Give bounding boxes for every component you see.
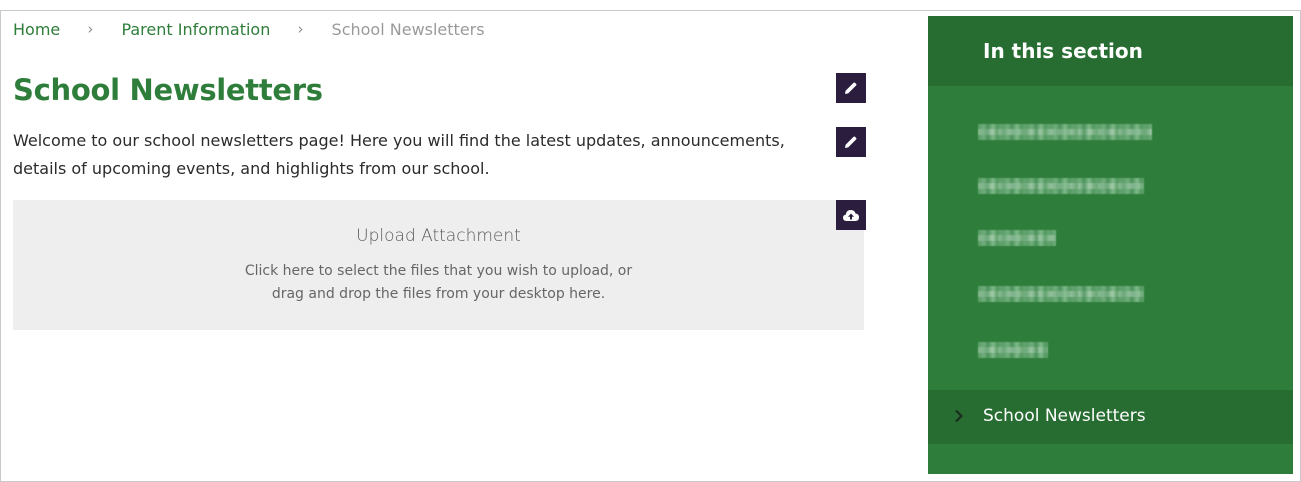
- section-sidebar: In this section School Newsletters: [928, 16, 1293, 474]
- chevron-right-icon: [955, 409, 963, 423]
- pencil-icon: [845, 82, 857, 94]
- breadcrumb-current: School Newsletters: [331, 20, 485, 39]
- breadcrumb-separator: ›: [87, 20, 94, 38]
- breadcrumb-separator: ›: [297, 20, 304, 38]
- page-frame: Home › Parent Information › School Newsl…: [0, 10, 1301, 482]
- sidebar-header: In this section: [928, 16, 1293, 86]
- breadcrumb-home-link[interactable]: Home: [13, 20, 60, 39]
- sidebar-item-redacted[interactable]: [978, 124, 1152, 140]
- breadcrumb: Home › Parent Information › School Newsl…: [13, 20, 485, 39]
- sidebar-item-label: School Newsletters: [983, 406, 1146, 426]
- edit-title-button[interactable]: [836, 73, 866, 103]
- upload-dropzone[interactable]: Upload Attachment Click here to select t…: [13, 200, 864, 330]
- edit-intro-button[interactable]: [836, 127, 866, 157]
- cloud-upload-icon: [843, 210, 859, 221]
- breadcrumb-parent-link[interactable]: Parent Information: [121, 20, 270, 39]
- sidebar-item-redacted[interactable]: [978, 342, 1048, 358]
- sidebar-item-redacted[interactable]: [978, 178, 1144, 194]
- sidebar-item-redacted[interactable]: [978, 286, 1144, 302]
- upload-button[interactable]: [836, 200, 866, 230]
- pencil-icon: [845, 136, 857, 148]
- page-intro: Welcome to our school newsletters page! …: [13, 131, 785, 178]
- sidebar-item-school-newsletters[interactable]: School Newsletters: [928, 390, 1293, 444]
- page-title: School Newsletters: [13, 73, 323, 107]
- upload-description: Click here to select the files that you …: [244, 263, 633, 302]
- upload-title: Upload Attachment: [356, 226, 521, 246]
- sidebar-item-redacted[interactable]: [978, 230, 1056, 246]
